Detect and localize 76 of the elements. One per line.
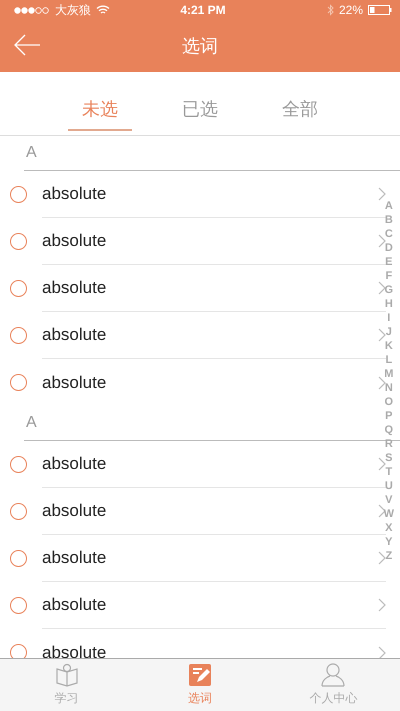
chevron-icon [378, 457, 386, 471]
tab-bar-item[interactable]: 个人中心 [266, 659, 400, 711]
word-label: absolute [42, 372, 108, 392]
tab[interactable]: 已选 [168, 84, 232, 130]
signal-icon [14, 6, 50, 14]
index-letter[interactable]: E [385, 255, 392, 269]
index-letter[interactable]: K [384, 339, 393, 353]
tab-bar-item[interactable]: 选词 [133, 659, 267, 711]
radio-button[interactable] [10, 327, 27, 344]
word-label: absolute [42, 231, 108, 251]
chevron-icon [378, 551, 386, 565]
radio-button[interactable] [10, 503, 27, 520]
tab-bar-label: 个人中心 [309, 690, 358, 707]
wifi-icon [96, 5, 110, 15]
word-label: absolute [42, 325, 108, 345]
index-letter[interactable]: V [385, 493, 392, 507]
section-letter: A [24, 136, 400, 171]
chevron-icon [378, 328, 386, 342]
tab-bar-label: 选词 [188, 690, 212, 707]
index-letter[interactable]: U [384, 479, 393, 493]
word-label: absolute [42, 595, 108, 615]
back-arrow-icon[interactable] [14, 34, 40, 56]
index-letter[interactable]: Z [385, 549, 392, 563]
battery-percent: 22% [338, 3, 364, 17]
tab[interactable]: 全部 [268, 84, 332, 130]
word-label: absolute [42, 501, 108, 521]
chevron-icon [378, 646, 386, 658]
book-icon [54, 663, 79, 687]
radio-button[interactable] [10, 550, 27, 567]
index-letter[interactable]: X [385, 521, 392, 535]
radio-button[interactable] [10, 233, 27, 250]
word-label: absolute [42, 454, 108, 474]
word-label: absolute [42, 548, 108, 568]
index-letter[interactable]: B [384, 213, 393, 227]
chevron-icon [378, 281, 386, 295]
radio-button[interactable] [10, 186, 27, 203]
word-label: absolute [42, 642, 108, 658]
index-letter[interactable]: P [385, 409, 392, 423]
index-letter[interactable]: L [385, 353, 392, 367]
chevron-icon [378, 187, 386, 201]
radio-button[interactable] [10, 456, 27, 473]
note-icon [188, 663, 212, 687]
person-icon [320, 663, 346, 687]
index-letter[interactable]: T [385, 465, 392, 479]
index-letter[interactable]: J [386, 325, 392, 339]
index-letter[interactable]: R [384, 437, 393, 451]
chevron-icon [378, 376, 386, 390]
index-letter[interactable]: A [384, 199, 393, 213]
radio-button[interactable] [10, 280, 27, 297]
tab-bar-label: 学习 [54, 690, 79, 707]
tab[interactable]: 未选 [68, 84, 132, 130]
index-letter[interactable]: O [384, 395, 394, 409]
index-letter[interactable]: D [384, 241, 393, 255]
page-title: 选词 [182, 35, 218, 58]
carrier-name: 大灰狼 [55, 2, 91, 18]
index-letter[interactable]: F [385, 269, 392, 283]
radio-button[interactable] [10, 374, 27, 391]
index-letter[interactable]: M [384, 367, 394, 381]
index-letter[interactable]: W [384, 507, 394, 521]
index-letter[interactable]: I [387, 311, 390, 325]
tab-bar-item[interactable]: 学习 [0, 659, 134, 711]
status-time: 4:21 PM [180, 3, 226, 17]
index-letter[interactable]: S [385, 451, 392, 465]
chevron-icon [378, 598, 386, 612]
index-letter[interactable]: Q [384, 423, 394, 437]
battery-icon [368, 5, 392, 15]
word-label: absolute [42, 184, 108, 204]
index-letter[interactable]: G [384, 283, 394, 297]
radio-button[interactable] [10, 597, 27, 614]
bluetooth-icon [326, 4, 334, 16]
index-letter[interactable]: Y [385, 535, 392, 549]
index-letter[interactable]: H [384, 297, 393, 311]
chevron-icon [378, 234, 386, 248]
index-letter[interactable]: C [384, 227, 393, 241]
word-label: absolute [42, 278, 108, 298]
index-letter[interactable]: N [384, 381, 393, 395]
